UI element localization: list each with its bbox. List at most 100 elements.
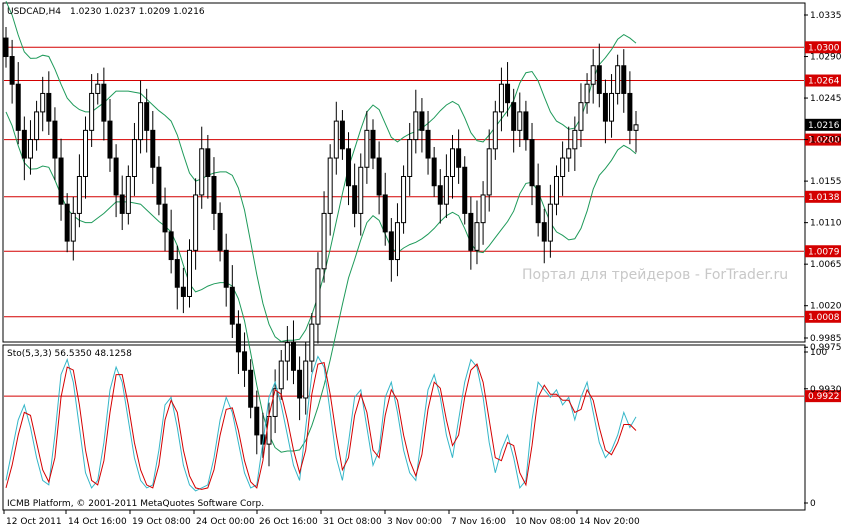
chart-window[interactable]: 1.03001.02641.02001.01381.00791.00080.99… [0, 0, 841, 528]
candle-bullish [315, 268, 321, 325]
price-tick-label: 0.9930 [810, 385, 841, 395]
stochastic-tick-label: 0 [810, 499, 816, 509]
candle-bearish [339, 120, 345, 150]
candle-bearish [156, 166, 162, 205]
time-tick-label: 14 Oct 16:00 [68, 517, 127, 527]
candle-bearish [511, 102, 517, 131]
candle-bearish [468, 212, 474, 251]
candle-bullish [443, 176, 449, 205]
price-tick-label: 1.0020 [810, 302, 841, 312]
candle-bullish [327, 157, 333, 214]
candle-bearish [21, 129, 27, 159]
candle-bullish [492, 111, 498, 150]
candle-bullish [394, 222, 400, 261]
candle-bearish [419, 111, 425, 131]
candle-bullish [486, 148, 492, 196]
candle-bearish [437, 185, 443, 205]
price-tick-label: 1.0065 [810, 260, 841, 270]
price-tick-label: 1.0155 [810, 177, 841, 187]
chart-ohlc: 1.0230 1.0237 1.0209 1.0216 [70, 7, 205, 17]
candle-bullish [193, 194, 199, 251]
candle-bearish [248, 369, 254, 408]
candle-bearish [113, 157, 119, 196]
candle-bearish [101, 83, 107, 122]
candle-bullish [364, 129, 370, 168]
candle-bullish [95, 83, 101, 94]
candle-bullish [278, 360, 284, 390]
candle-bearish [388, 231, 394, 261]
candle-bearish [596, 65, 602, 94]
candle-bullish [615, 65, 621, 94]
candle-bearish [211, 176, 217, 214]
candle-bearish [529, 139, 535, 187]
candle-bearish [462, 166, 468, 214]
candle-bearish [290, 342, 296, 371]
candle-bearish [523, 111, 529, 141]
watermark: Портал для трейдеров - ForTrader.ru [522, 267, 788, 283]
candle-bearish [3, 37, 9, 58]
candle-bearish [168, 231, 174, 261]
candle-bullish [560, 157, 566, 178]
candle-bullish [199, 148, 205, 196]
candle-bearish [346, 148, 352, 187]
candle-bearish [602, 92, 608, 122]
candle-bearish [297, 369, 303, 399]
candle-bearish [382, 194, 388, 233]
candle-bullish [284, 342, 290, 362]
candle-bullish [138, 102, 144, 141]
level-label: 1.0264 [808, 77, 840, 87]
candle-bullish [131, 139, 137, 177]
candle-bullish [309, 323, 315, 362]
time-tick-label: 12 Oct 2011 [6, 517, 62, 527]
candle-bearish [9, 56, 15, 85]
candle-bullish [590, 65, 596, 85]
candle-bearish [541, 222, 547, 242]
candle-bearish [217, 212, 223, 251]
candle-bullish [34, 111, 40, 141]
candle-bullish [517, 111, 523, 131]
current-price-label: 1.0216 [808, 121, 840, 131]
candle-bullish [553, 176, 559, 205]
level-label: 1.0138 [808, 193, 840, 203]
time-tick-label: 7 Nov 16:00 [451, 517, 506, 527]
candle-bullish [358, 166, 364, 214]
candle-bearish [627, 92, 633, 131]
price-tick-label: 1.0110 [810, 219, 841, 229]
candle-bullish [27, 139, 33, 159]
candle-bullish [474, 222, 480, 251]
candle-bullish [321, 212, 327, 270]
stochastic-tick-label: 100 [810, 348, 827, 358]
candle-bullish [480, 194, 486, 224]
candle-bullish [70, 212, 76, 242]
time-tick-label: 10 Nov 08:00 [515, 517, 576, 527]
candle-bearish [505, 83, 511, 104]
indicator-label: Sto(5,3,3) 56.5350 48.1258 [7, 349, 132, 359]
candle-bullish [401, 176, 407, 224]
candle-bullish [407, 139, 413, 177]
candle-bullish [572, 129, 578, 150]
candle-bullish [125, 176, 131, 214]
price-tick-label: 1.0290 [810, 53, 841, 63]
time-tick-label: 31 Oct 08:00 [323, 517, 382, 527]
time-tick-label: 24 Oct 00:00 [196, 517, 255, 527]
copyright-text: ICMB Platform, © 2001-2011 MetaQuotes So… [7, 499, 264, 509]
chart-header: USDCAD,H4 [7, 7, 61, 17]
candle-bullish [186, 249, 192, 297]
candle-bearish [46, 92, 52, 122]
candle-bullish [83, 129, 89, 178]
candle-bearish [107, 120, 113, 159]
candle-bearish [15, 83, 21, 131]
time-tick-label: 14 Nov 20:00 [579, 517, 640, 527]
candle-bearish [242, 351, 248, 371]
candle-bullish [89, 92, 95, 131]
candle-bearish [180, 286, 186, 297]
candle-bearish [456, 148, 462, 168]
candle-bearish [223, 249, 229, 288]
candle-bearish [64, 203, 70, 242]
candle-bullish [266, 415, 272, 445]
candle-bullish [609, 92, 615, 122]
time-tick-label: 26 Oct 16:00 [259, 517, 318, 527]
candle-bearish [621, 65, 627, 94]
candle-bearish [150, 129, 156, 168]
price-tick-label: 1.0200 [810, 136, 841, 146]
